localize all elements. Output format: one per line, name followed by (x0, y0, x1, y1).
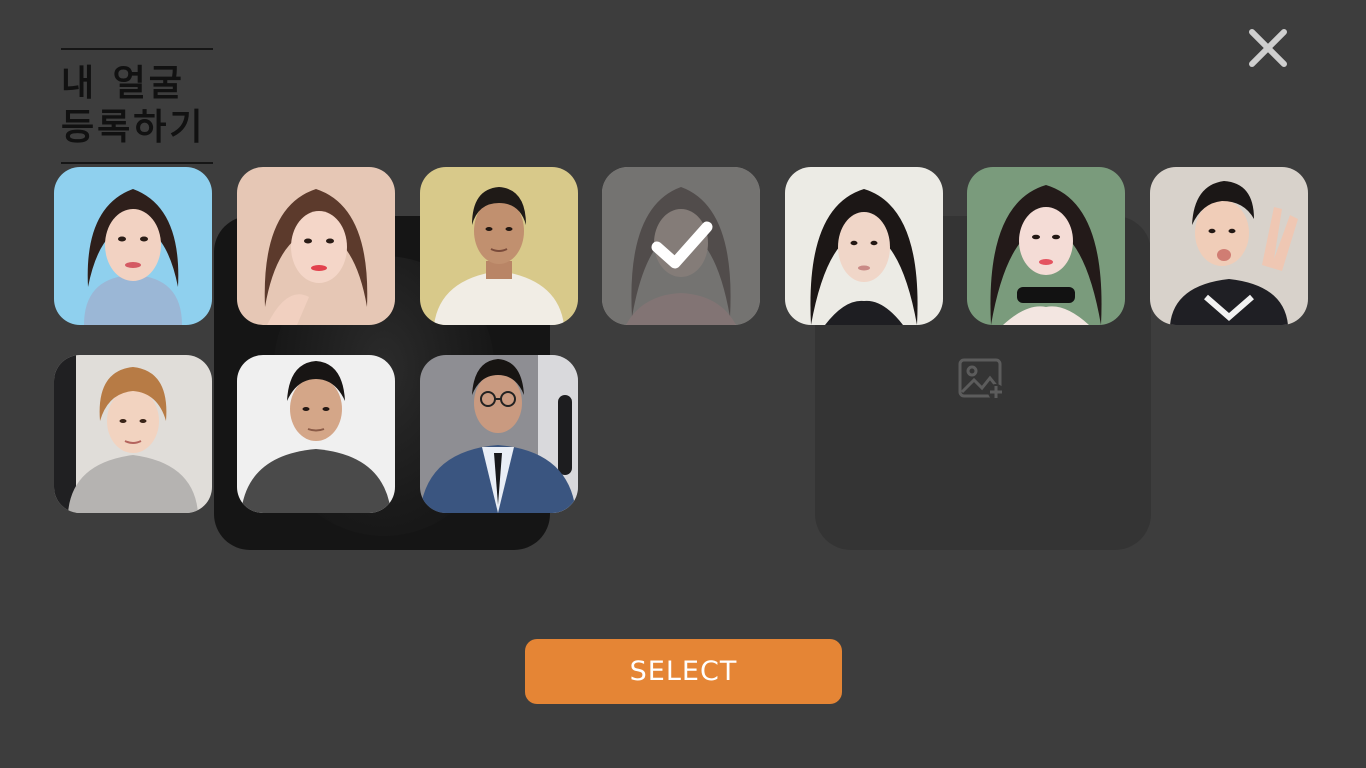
face-tile[interactable] (785, 167, 943, 325)
select-button[interactable]: SELECT (525, 639, 842, 704)
face-photo (967, 167, 1125, 325)
face-photo (420, 167, 578, 325)
face-photo (54, 355, 212, 513)
face-tile-selected[interactable] (602, 167, 760, 325)
face-photo (785, 167, 943, 325)
page-title: 내 얼굴 등록하기 (61, 48, 213, 164)
face-tile[interactable] (420, 167, 578, 325)
face-photo (237, 167, 395, 325)
face-photo (420, 355, 578, 513)
face-photo (54, 167, 212, 325)
face-tile[interactable] (967, 167, 1125, 325)
face-tile[interactable] (54, 167, 212, 325)
title-line-1: 내 얼굴 (61, 63, 185, 104)
checkmark-icon (651, 221, 713, 269)
close-button[interactable] (1246, 26, 1290, 70)
face-photo (1150, 167, 1308, 325)
face-tile[interactable] (1150, 167, 1308, 325)
face-tile[interactable] (54, 355, 212, 513)
face-register-screen: 내 얼굴 등록하기 SELECT (0, 0, 1366, 768)
face-tile[interactable] (237, 355, 395, 513)
face-tile[interactable] (420, 355, 578, 513)
close-icon (1249, 29, 1287, 67)
add-photo-icon (958, 358, 1004, 400)
face-tile[interactable] (237, 167, 395, 325)
face-photo (237, 355, 395, 513)
title-line-2: 등록하기 (61, 107, 206, 148)
